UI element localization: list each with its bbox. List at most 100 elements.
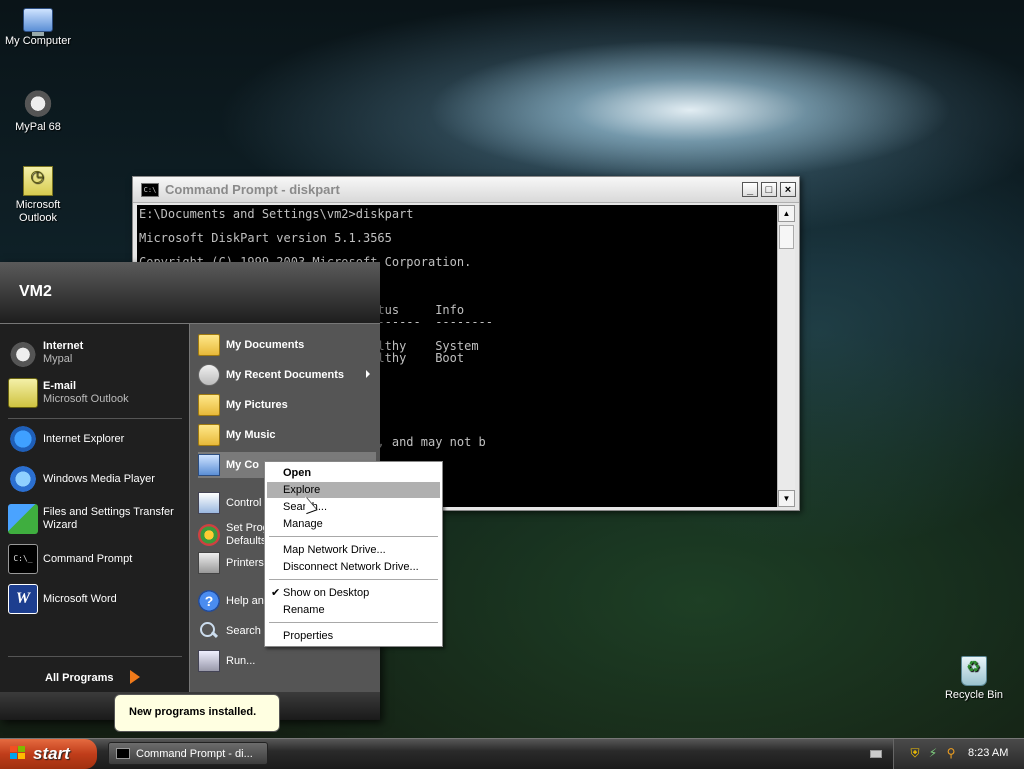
context-item-search[interactable]: Search... [267, 499, 440, 515]
window-titlebar[interactable]: C:\ Command Prompt - diskpart _ □ × [133, 177, 799, 203]
desktop-icon-mypal[interactable]: MyPal 68 [0, 86, 76, 134]
network-icon[interactable]: ⚡ [926, 746, 940, 760]
console-line: Microsoft DiskPart version 5.1.3565 [139, 231, 392, 245]
folder-icon [198, 394, 220, 416]
cmd-icon: C:\ [141, 182, 159, 197]
item-label: Run... [226, 655, 256, 667]
item-label: My Documents [226, 339, 305, 351]
start-item-transfer-wizard[interactable]: Files and Settings Transfer Wizard [8, 504, 186, 534]
start-item-email[interactable]: E-mail Microsoft Outlook [8, 378, 186, 408]
start-item-internet-explorer[interactable]: Internet Explorer [8, 424, 186, 454]
separator [8, 656, 182, 657]
keyboard-icon[interactable] [870, 750, 882, 758]
mypal-icon [8, 338, 38, 368]
start-item-run[interactable]: Run... [198, 648, 376, 674]
context-menu: Open Explore Search... Manage Map Networ… [264, 461, 443, 647]
item-label: Microsoft Word [43, 592, 117, 605]
separator [269, 622, 438, 623]
scroll-up-icon[interactable]: ▲ [778, 205, 795, 222]
start-item-my-documents[interactable]: My Documents [198, 332, 376, 358]
item-label: Windows Media Player [43, 472, 155, 485]
item-label: My Music [226, 429, 276, 441]
window-title: Command Prompt - diskpart [165, 182, 340, 197]
item-label: Search [226, 625, 261, 637]
minimize-button[interactable]: _ [742, 182, 758, 197]
context-item-rename[interactable]: Rename [267, 602, 440, 618]
context-item-manage[interactable]: Manage [267, 516, 440, 532]
context-item-disconnect-drive[interactable]: Disconnect Network Drive... [267, 559, 440, 575]
item-sublabel: Microsoft Outlook [43, 393, 129, 405]
cmd-icon: C:\_ [8, 544, 38, 574]
item-label: Control [226, 497, 262, 509]
start-item-my-pictures[interactable]: My Pictures [198, 392, 376, 418]
word-icon: W [8, 584, 38, 614]
separator [269, 579, 438, 580]
media-player-icon [8, 464, 38, 494]
desktop-icon-recycle-bin[interactable]: Recycle Bin [936, 656, 1012, 702]
start-item-word[interactable]: W Microsoft Word [8, 584, 186, 614]
close-button[interactable]: × [780, 182, 796, 197]
separator [8, 418, 182, 419]
item-label: Internet Explorer [43, 432, 125, 445]
context-item-properties[interactable]: Properties [267, 628, 440, 644]
start-button[interactable]: start [0, 739, 97, 769]
vertical-scrollbar[interactable]: ▲ ▼ [777, 205, 795, 507]
item-sublabel: Mypal [43, 353, 73, 365]
scroll-down-icon[interactable]: ▼ [778, 490, 795, 507]
desktop-icon-my-computer[interactable]: My Computer [0, 4, 76, 48]
recent-documents-icon [198, 364, 220, 386]
start-item-recent-documents[interactable]: My Recent Documents [198, 362, 376, 388]
mypal-icon [22, 86, 54, 118]
desktop-icon-label: Recycle Bin [944, 689, 1004, 701]
start-menu-left-pane: Internet Mypal E-mail Microsoft Outlook In… [0, 324, 189, 692]
all-programs-button[interactable]: All Programs [45, 672, 113, 684]
outlook-icon [8, 378, 38, 408]
clock[interactable]: 8:23 AM [968, 747, 1008, 759]
windows-logo-icon [10, 746, 27, 761]
scroll-thumb[interactable] [779, 225, 794, 249]
help-icon: ? [198, 590, 220, 612]
item-label: Show on Desktop [283, 587, 370, 599]
notification-balloon[interactable]: New programs installed. [114, 694, 280, 732]
cmd-icon [116, 748, 130, 759]
run-icon [198, 650, 220, 672]
item-label: Internet [43, 340, 84, 352]
start-menu-user: VM2 [0, 262, 380, 324]
start-label: start [33, 744, 70, 763]
start-item-internet[interactable]: Internet Mypal [8, 338, 186, 368]
security-shield-icon[interactable]: ⛨ [908, 746, 922, 760]
program-defaults-icon [198, 524, 220, 546]
item-label: My Recent Documents [226, 369, 344, 381]
start-item-my-music[interactable]: My Music [198, 422, 376, 448]
context-item-show-on-desktop[interactable]: ✔ Show on Desktop [267, 585, 440, 601]
item-label: Files and Settings Transfer Wizard [43, 506, 174, 531]
desktop-icon-label: MyPal 68 [15, 121, 61, 133]
separator [269, 536, 438, 537]
search-tray-icon[interactable]: ⚲ [944, 746, 958, 760]
context-item-map-drive[interactable]: Map Network Drive... [267, 542, 440, 558]
transfer-wizard-icon [8, 504, 38, 534]
item-label: Printers [226, 557, 264, 569]
folder-icon [198, 334, 220, 356]
my-computer-icon [23, 8, 53, 36]
console-line: E:\Documents and Settings\vm2>diskpart [139, 207, 414, 221]
start-item-media-player[interactable]: Windows Media Player [8, 464, 186, 494]
outlook-icon [23, 166, 53, 196]
task-label: Command Prompt - di... [136, 748, 253, 760]
start-item-command-prompt[interactable]: C:\_ Command Prompt [8, 544, 186, 574]
taskbar-button-command-prompt[interactable]: Command Prompt - di... [108, 742, 268, 765]
item-label: Command Prompt [43, 552, 133, 565]
desktop-icon-label: Microsoft Outlook [15, 199, 61, 224]
context-item-open[interactable]: Open [267, 465, 440, 481]
context-item-explore[interactable]: Explore [267, 482, 440, 498]
chevron-right-icon [366, 370, 370, 378]
printer-icon [198, 552, 220, 574]
maximize-button[interactable]: □ [761, 182, 777, 197]
internet-explorer-icon [8, 424, 38, 454]
control-panel-icon [198, 492, 220, 514]
arrow-right-icon [130, 670, 140, 684]
item-label: My Pictures [226, 399, 288, 411]
desktop-icon-outlook[interactable]: Microsoft Outlook [0, 166, 76, 225]
folder-icon [198, 424, 220, 446]
check-icon: ✔ [271, 587, 281, 599]
